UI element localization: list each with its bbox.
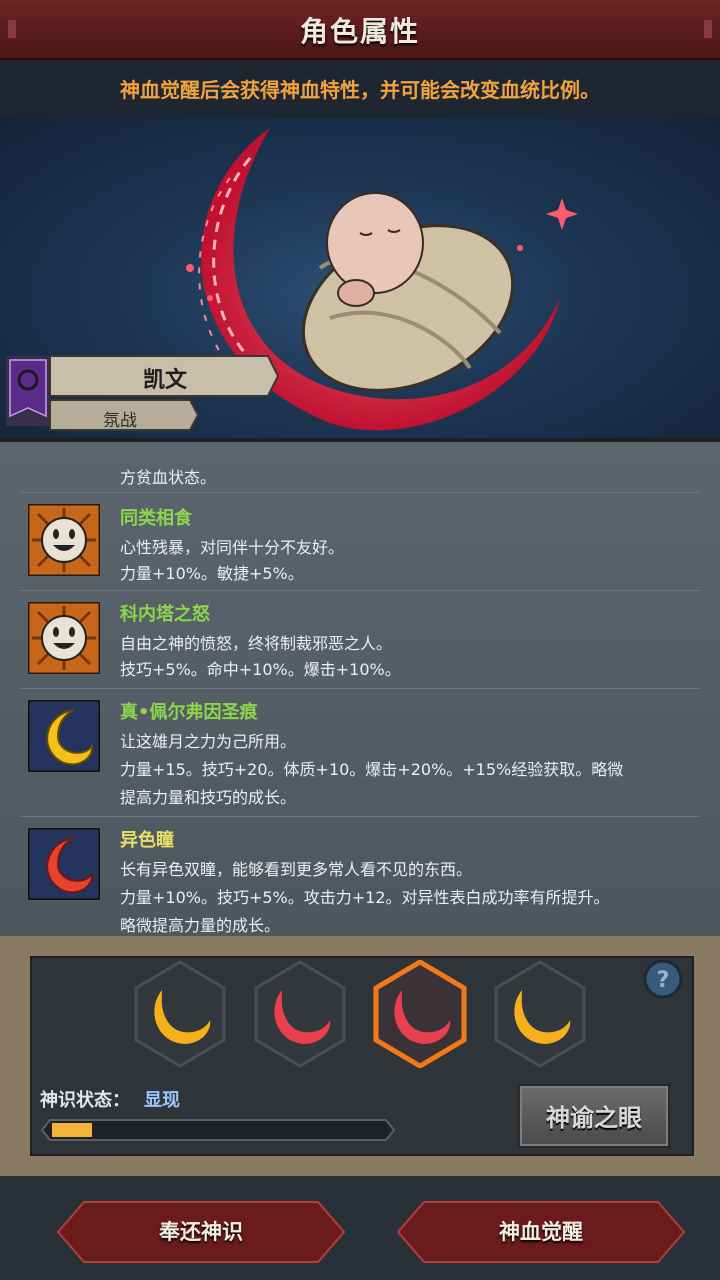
red-crescent-gem-selected[interactable] — [372, 960, 468, 1068]
oracle-eye-label: 神谕之眼 — [546, 1104, 642, 1132]
page-title: 角色属性 — [299, 15, 420, 48]
trait-name: 同类相食 — [120, 508, 192, 529]
trait-name: 科内塔之怒 — [120, 604, 210, 625]
trait-name: 真•佩尔弗因圣痕 — [120, 702, 258, 723]
red-crescent-gem[interactable] — [252, 960, 348, 1068]
character-trait-tag: 氛战 — [103, 411, 137, 431]
divider — [20, 816, 700, 817]
trait-description: 让这雄月之力为己所用。 — [120, 732, 297, 751]
trait-description: 自由之神的愤怒，终将制裁邪恶之人。 — [120, 634, 393, 653]
blood-awaken-label: 神血觉醒 — [499, 1220, 583, 1244]
divine-sense-progress-bar — [40, 1119, 396, 1141]
help-icon[interactable]: ? — [642, 958, 684, 1000]
trait-effect: 力量+15。技巧+20。体质+10。爆击+20%。+15%经验获取。略微 — [120, 760, 624, 779]
trait-description: 方贫血状态。 — [120, 468, 217, 487]
divider — [0, 438, 720, 442]
character-name: 凯文 — [142, 368, 187, 393]
smiley-face-icon — [28, 602, 100, 674]
notice-text: 神血觉醒后会获得神血特性，并可能会改变血统比例。 — [120, 78, 600, 102]
trait-list[interactable]: 方贫血状态。 同类相食 心性残暴，对同伴十分不友好。 力量+10%。敏捷+5%。… — [0, 440, 720, 936]
divine-sense-status-label: 神识状态： — [40, 1090, 130, 1111]
divider — [20, 492, 700, 493]
gold-crescent-gem[interactable] — [132, 960, 228, 1068]
trait-effect: 提高力量和技巧的成长。 — [120, 788, 297, 807]
trait-effect: 力量+10%。敏捷+5%。 — [120, 564, 304, 583]
trait-effect: 略微提高力量的成长。 — [120, 916, 281, 935]
trait-effect: 技巧+5%。命中+10%。爆击+10%。 — [120, 660, 401, 679]
divine-sense-status-value: 显现 — [144, 1090, 180, 1111]
progress-fill — [52, 1123, 92, 1137]
trait-name: 异色瞳 — [120, 830, 174, 851]
trait-description: 心性残暴，对同伴十分不友好。 — [120, 538, 345, 557]
return-divine-sense-label: 奉还神识 — [159, 1220, 243, 1244]
trait-effect: 力量+10%。技巧+5%。攻击力+12。对异性表白成功率有所提升。 — [120, 888, 610, 907]
divider — [20, 688, 700, 689]
divider — [20, 590, 700, 591]
svg-text:?: ? — [657, 968, 670, 993]
trait-description: 长有异色双瞳，能够看到更多常人看不见的东西。 — [120, 860, 473, 879]
gold-crescent-gem[interactable] — [492, 960, 588, 1068]
golden-crescent-icon — [28, 700, 100, 772]
smiley-face-icon — [28, 504, 100, 576]
red-crescent-icon — [28, 828, 100, 900]
